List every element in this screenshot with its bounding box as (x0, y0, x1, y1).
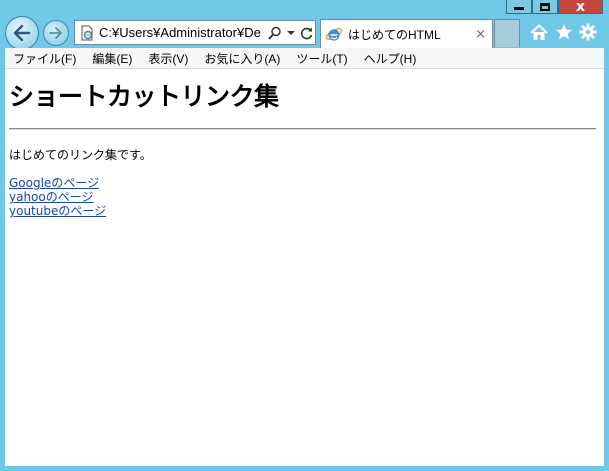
file-page-icon (79, 25, 95, 41)
google-link[interactable]: Googleのページ (9, 176, 600, 190)
minimize-button[interactable] (506, 0, 532, 14)
intro-text: はじめてのリンク集です。 (9, 148, 152, 162)
new-tab-button[interactable] (494, 19, 520, 47)
menu-bar: ファイル(F) 編集(E) 表示(V) お気に入り(A) ツール(T) ヘルプ(… (5, 48, 604, 69)
menu-tools[interactable]: ツール(T) (288, 50, 355, 67)
menu-favorites[interactable]: お気に入り(A) (196, 50, 288, 67)
maximize-button[interactable] (532, 0, 558, 14)
page-content: ショートカットリンク集 はじめてのリンク集です。 Googleのページ yaho… (5, 69, 604, 466)
tab-close-icon[interactable]: × (475, 27, 486, 42)
menu-help[interactable]: ヘルプ(H) (356, 50, 425, 67)
youtube-link[interactable]: youtubeのページ (9, 204, 600, 218)
menu-file[interactable]: ファイル(F) (5, 50, 84, 67)
refresh-icon[interactable] (299, 25, 315, 41)
search-icon[interactable] (267, 25, 283, 41)
back-arrow-icon (13, 25, 31, 41)
link-list: Googleのページ yahooのページ youtubeのページ (9, 176, 600, 218)
tab-hajimete-html[interactable]: はじめてのHTML × (320, 19, 493, 48)
close-icon: x (575, 0, 586, 15)
address-url[interactable]: C:¥Users¥Administrator¥De (99, 25, 267, 40)
page-title: ショートカットリンク集 (9, 82, 279, 111)
close-window-button[interactable]: x (558, 0, 603, 14)
ie-logo-icon (325, 27, 343, 41)
favorites-star-icon[interactable] (554, 22, 574, 42)
gear-icon[interactable] (578, 22, 598, 42)
back-button[interactable] (5, 16, 39, 50)
divider (9, 128, 596, 130)
address-bar[interactable]: C:¥Users¥Administrator¥De (74, 20, 316, 45)
maximize-icon (540, 2, 550, 11)
forward-button[interactable] (43, 20, 69, 46)
yahoo-link[interactable]: yahooのページ (9, 190, 600, 204)
dropdown-icon[interactable] (283, 25, 299, 41)
forward-arrow-icon (49, 27, 62, 39)
menu-view[interactable]: 表示(V) (140, 50, 196, 67)
minimize-icon (514, 7, 524, 10)
menu-edit[interactable]: 編集(E) (84, 50, 140, 67)
tab-title: はじめてのHTML (348, 27, 441, 42)
home-icon[interactable] (529, 22, 549, 42)
